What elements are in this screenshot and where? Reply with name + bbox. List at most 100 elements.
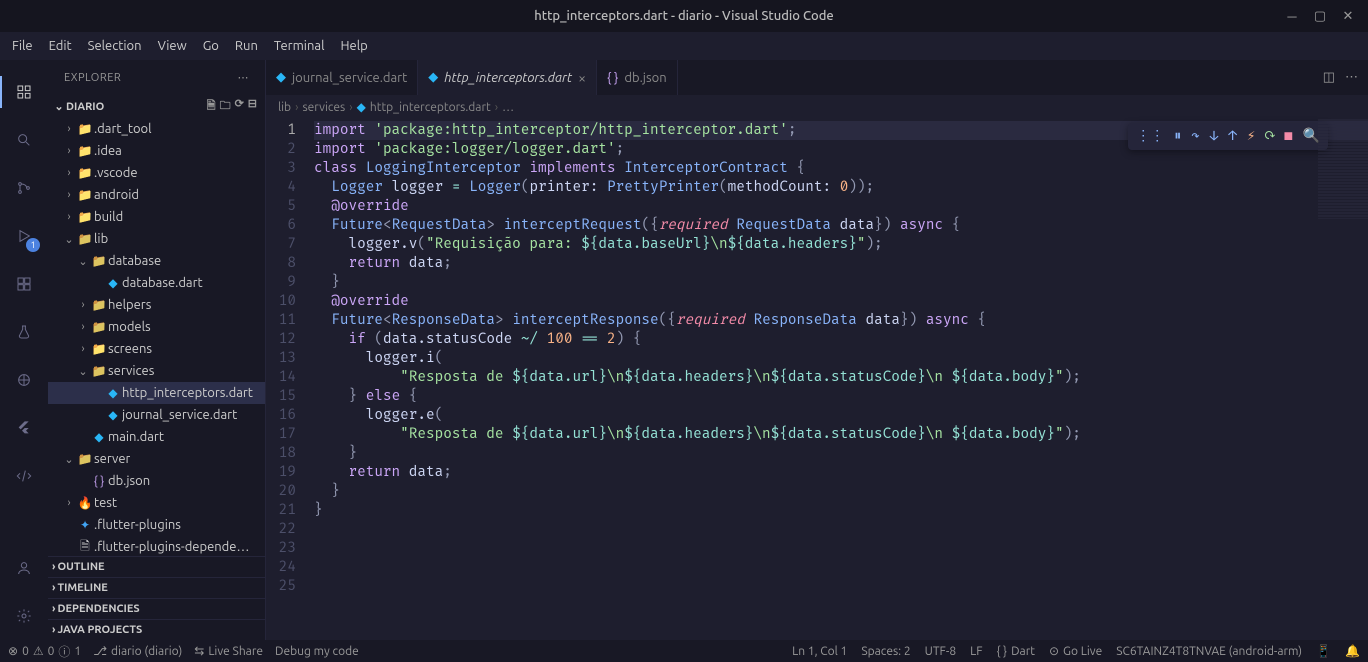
status-eol[interactable]: LF: [970, 645, 982, 658]
status-lncol[interactable]: Ln 1, Col 1: [792, 645, 847, 658]
menu-terminal[interactable]: Terminal: [266, 35, 333, 57]
activity-bar: 1: [0, 60, 48, 640]
window-title: http_interceptors.dart - diario - Visual…: [534, 9, 833, 23]
maximize-button[interactable]: ▢: [1308, 4, 1332, 28]
activity-search[interactable]: [0, 116, 48, 164]
window-controls: ─ ▢ ✕: [1280, 4, 1360, 28]
tree-item[interactable]: ◆journal_service.dart: [48, 404, 265, 426]
tab-journal-service[interactable]: ◆ journal_service.dart: [266, 60, 418, 95]
activity-account[interactable]: [0, 544, 48, 592]
activity-settings[interactable]: [0, 592, 48, 640]
menu-view[interactable]: View: [150, 35, 195, 57]
debug-drag-icon[interactable]: ⋮⋮: [1136, 127, 1164, 146]
split-editor-icon[interactable]: ◫: [1323, 70, 1335, 85]
status-debug-target[interactable]: Debug my code: [275, 645, 359, 658]
code-editor[interactable]: 1234567891011121314151617181920212223242…: [266, 119, 1368, 640]
status-live-share[interactable]: ⇆Live Share: [194, 644, 263, 658]
tree-item[interactable]: ›📁models: [48, 316, 265, 338]
file-tree: ›📁.dart_tool›📁.idea›📁.vscode›📁android›📁b…: [48, 118, 265, 556]
tree-item[interactable]: ›📁.vscode: [48, 162, 265, 184]
debug-restart-icon[interactable]: ⟳: [1265, 127, 1274, 146]
debug-step-over-icon[interactable]: ↷: [1191, 127, 1199, 146]
status-branch[interactable]: ⎇diario (diario): [93, 644, 182, 658]
editor-tabs: ◆ journal_service.dart ◆ http_intercepto…: [266, 60, 1368, 95]
code-content[interactable]: import 'package:http_interceptor/http_in…: [314, 119, 1368, 640]
status-bell-icon[interactable]: 🔔: [1345, 644, 1360, 658]
broadcast-icon: ⊙: [1049, 644, 1059, 658]
tree-item[interactable]: ›📁.dart_tool: [48, 118, 265, 140]
activity-testing[interactable]: [0, 308, 48, 356]
tab-http-interceptors[interactable]: ◆ http_interceptors.dart ×: [418, 60, 597, 95]
statusbar: ⊗0 ⚠0 ⓘ1 ⎇diario (diario) ⇆Live Share De…: [0, 640, 1368, 662]
menu-go[interactable]: Go: [195, 35, 227, 57]
tree-item[interactable]: { }db.json: [48, 470, 265, 492]
tree-item[interactable]: ⌄📁lib: [48, 228, 265, 250]
sidebar: EXPLORER ⋯ ⌄ DIARIO 🗎 🗀 ⟳ ⊟ ›📁.dart_tool…: [48, 60, 266, 640]
collapse-icon[interactable]: ⊟: [248, 97, 257, 116]
status-spaces[interactable]: Spaces: 2: [861, 645, 910, 658]
menu-file[interactable]: File: [4, 35, 41, 57]
tree-item[interactable]: ◆main.dart: [48, 426, 265, 448]
more-actions-icon[interactable]: ⋯: [1345, 70, 1358, 85]
debug-step-out-icon[interactable]: ↑: [1228, 127, 1237, 146]
menu-edit[interactable]: Edit: [41, 35, 80, 57]
tree-item[interactable]: ⌄📁database: [48, 250, 265, 272]
menu-help[interactable]: Help: [332, 35, 375, 57]
timeline-section[interactable]: ›TIMELINE: [48, 577, 265, 598]
status-problems[interactable]: ⊗0 ⚠0 ⓘ1: [8, 643, 81, 660]
activity-explorer[interactable]: [0, 68, 48, 116]
activity-flutter[interactable]: [0, 404, 48, 452]
tree-item[interactable]: ›📁build: [48, 206, 265, 228]
new-file-icon[interactable]: 🗎: [207, 97, 216, 116]
tree-item[interactable]: ⌄📁server: [48, 448, 265, 470]
tab-db-json[interactable]: { } db.json: [597, 60, 678, 95]
sidebar-title: EXPLORER: [64, 72, 121, 84]
close-button[interactable]: ✕: [1336, 4, 1360, 28]
debug-toolbar: ⋮⋮ ⏸ ↷ ↓ ↑ ⚡ ⟳ ■ 🔍: [1128, 123, 1328, 150]
status-golive[interactable]: ⊙Go Live: [1049, 644, 1102, 658]
status-device[interactable]: SC6TAINZ4T8TNVAE (android-arm): [1116, 645, 1302, 658]
explorer-section-header[interactable]: ⌄ DIARIO 🗎 🗀 ⟳ ⊟: [48, 95, 265, 118]
activity-extensions[interactable]: [0, 260, 48, 308]
minimize-button[interactable]: ─: [1280, 4, 1304, 28]
breadcrumb[interactable]: lib› services› ◆ http_interceptors.dart›…: [266, 95, 1368, 119]
sidebar-more-icon[interactable]: ⋯: [238, 71, 250, 84]
tab-close-icon[interactable]: ×: [578, 70, 586, 86]
tree-item[interactable]: ›📁.idea: [48, 140, 265, 162]
live-share-icon: ⇆: [194, 644, 204, 658]
dart-icon: ◆: [428, 70, 438, 85]
debug-pause-icon[interactable]: ⏸: [1174, 127, 1181, 146]
java-projects-section[interactable]: ›JAVA PROJECTS: [48, 619, 265, 640]
tree-item[interactable]: ◆database.dart: [48, 272, 265, 294]
status-lang[interactable]: { } Dart: [997, 645, 1035, 658]
debug-hot-reload-icon[interactable]: ⚡: [1247, 127, 1255, 146]
tree-item[interactable]: ›📁android: [48, 184, 265, 206]
chevron-down-icon: ⌄: [52, 100, 66, 113]
activity-source-control[interactable]: [0, 164, 48, 212]
tree-item[interactable]: 🗎.flutter-plugins-depende…: [48, 536, 265, 556]
outline-section[interactable]: ›OUTLINE: [48, 556, 265, 577]
dependencies-section[interactable]: ›DEPENDENCIES: [48, 598, 265, 619]
tree-item[interactable]: ›🔥test: [48, 492, 265, 514]
refresh-icon[interactable]: ⟳: [235, 97, 244, 116]
tree-item[interactable]: ›📁helpers: [48, 294, 265, 316]
debug-stop-icon[interactable]: ■: [1284, 127, 1293, 146]
tree-item[interactable]: ⌄📁services: [48, 360, 265, 382]
status-flutter-icon[interactable]: 📱: [1316, 644, 1331, 658]
titlebar: http_interceptors.dart - diario - Visual…: [0, 0, 1368, 32]
debug-step-into-icon[interactable]: ↓: [1210, 127, 1219, 146]
menu-run[interactable]: Run: [227, 35, 266, 57]
activity-run-debug[interactable]: 1: [0, 212, 48, 260]
tree-item[interactable]: ◆http_interceptors.dart: [48, 382, 265, 404]
tree-item[interactable]: ✦.flutter-plugins: [48, 514, 265, 536]
menu-selection[interactable]: Selection: [80, 35, 150, 57]
info-icon: ⓘ: [58, 643, 70, 660]
debug-badge: 1: [26, 238, 40, 252]
dart-icon: ◆: [276, 70, 286, 85]
activity-remote[interactable]: [0, 452, 48, 500]
tree-item[interactable]: ›📁screens: [48, 338, 265, 360]
new-folder-icon[interactable]: 🗀: [220, 97, 231, 116]
minimap[interactable]: [1318, 119, 1368, 219]
activity-devtools[interactable]: [0, 356, 48, 404]
status-encoding[interactable]: UTF-8: [925, 645, 956, 658]
